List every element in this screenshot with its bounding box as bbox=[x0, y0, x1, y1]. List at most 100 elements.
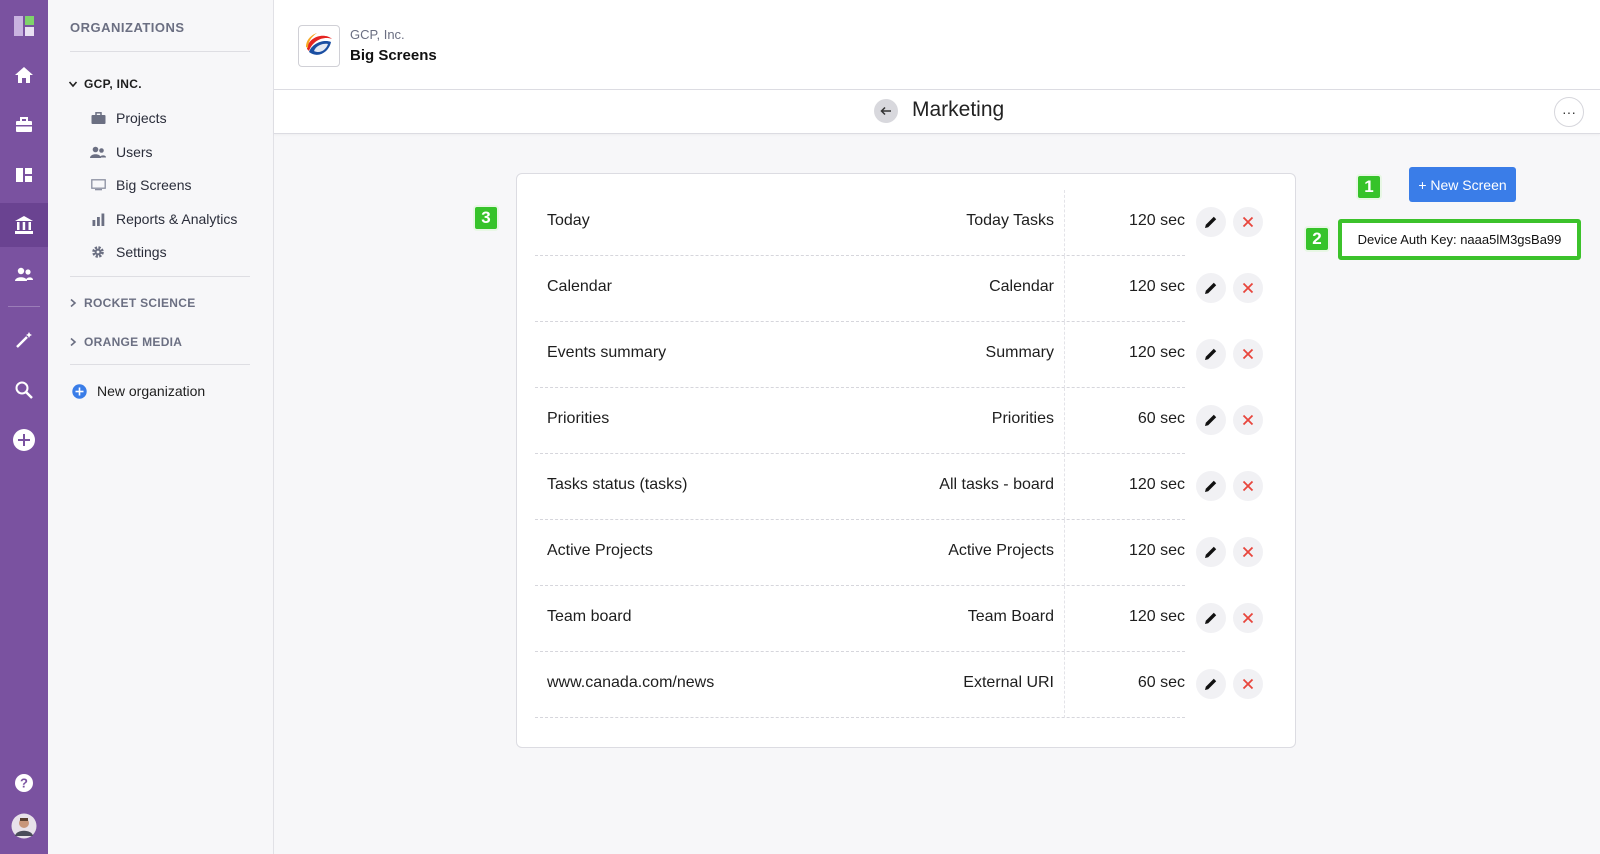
arrow-left-icon bbox=[880, 106, 891, 116]
screen-type: Team Board bbox=[967, 608, 1054, 625]
people-icon[interactable] bbox=[0, 253, 48, 297]
table-row[interactable]: Active Projects Active Projects 120 sec bbox=[535, 520, 1185, 586]
app-rail: ? bbox=[0, 0, 48, 854]
screen-duration: 120 sec bbox=[1128, 212, 1185, 229]
users-icon bbox=[90, 146, 106, 159]
table-row[interactable]: Tasks status (tasks) All tasks - board 1… bbox=[535, 454, 1185, 520]
screen-name: Today bbox=[547, 212, 590, 229]
screen-type: Priorities bbox=[991, 410, 1054, 427]
close-icon bbox=[1242, 216, 1254, 228]
sidebar-item-users[interactable]: Users bbox=[90, 144, 153, 160]
annotation-badge-2: 2 bbox=[1304, 226, 1330, 252]
plus-circle-icon bbox=[72, 383, 87, 399]
org-gcp-inc[interactable]: GCP, INC. bbox=[68, 77, 142, 91]
close-icon bbox=[1242, 480, 1254, 492]
edit-button[interactable] bbox=[1196, 339, 1226, 369]
briefcase-icon[interactable] bbox=[0, 103, 48, 147]
gear-icon bbox=[90, 245, 106, 259]
chevron-right-icon bbox=[70, 298, 77, 308]
screen-duration: 60 sec bbox=[1137, 410, 1185, 427]
edit-button[interactable] bbox=[1196, 537, 1226, 567]
pencil-icon bbox=[1205, 612, 1217, 624]
app-logo-icon[interactable] bbox=[0, 4, 48, 48]
svg-text:?: ? bbox=[20, 776, 28, 791]
edit-button[interactable] bbox=[1196, 207, 1226, 237]
table-row[interactable]: www.canada.com/news External URI 60 sec bbox=[535, 652, 1185, 718]
table-row[interactable]: Team board Team Board 120 sec bbox=[535, 586, 1185, 652]
new-organization-label: New organization bbox=[97, 383, 206, 399]
screen-duration: 60 sec bbox=[1137, 674, 1185, 691]
delete-button[interactable] bbox=[1233, 207, 1263, 237]
sidebar-item-label: Settings bbox=[116, 244, 167, 260]
edit-button[interactable] bbox=[1196, 471, 1226, 501]
sidebar-item-big-screens[interactable]: Big Screens bbox=[90, 177, 191, 193]
annotation-badge-3: 3 bbox=[473, 205, 499, 231]
home-icon[interactable] bbox=[0, 53, 48, 97]
delete-button[interactable] bbox=[1233, 471, 1263, 501]
sidebar-item-reports[interactable]: Reports & Analytics bbox=[90, 211, 237, 227]
avatar[interactable] bbox=[0, 804, 48, 848]
close-icon bbox=[1242, 678, 1254, 690]
new-organization-button[interactable]: New organization bbox=[72, 383, 205, 399]
more-options-button[interactable]: ··· bbox=[1554, 97, 1584, 127]
screen-duration: 120 sec bbox=[1128, 608, 1185, 625]
table-row[interactable]: Today Today Tasks 120 sec bbox=[535, 190, 1185, 256]
screen-name: Team board bbox=[547, 608, 632, 625]
table-row[interactable]: Events summary Summary 120 sec bbox=[535, 322, 1185, 388]
screen-name: Events summary bbox=[547, 344, 667, 361]
edit-button[interactable] bbox=[1196, 273, 1226, 303]
dashboard-icon[interactable] bbox=[0, 153, 48, 197]
back-button[interactable] bbox=[874, 99, 898, 123]
org-orange-media[interactable]: ORANGE MEDIA bbox=[68, 335, 182, 349]
delete-button[interactable] bbox=[1233, 273, 1263, 303]
close-icon bbox=[1242, 282, 1254, 294]
edit-button[interactable] bbox=[1196, 603, 1226, 633]
pencil-icon bbox=[1205, 480, 1217, 492]
section-title: Marketing bbox=[912, 98, 1005, 121]
add-icon[interactable] bbox=[0, 418, 48, 462]
org-label: GCP, INC. bbox=[84, 77, 142, 91]
chevron-right-icon bbox=[70, 337, 77, 347]
delete-button[interactable] bbox=[1233, 669, 1263, 699]
edit-button[interactable] bbox=[1196, 405, 1226, 435]
delete-button[interactable] bbox=[1233, 603, 1263, 633]
screen-name: Priorities bbox=[547, 410, 610, 427]
sidebar-item-label: Big Screens bbox=[116, 177, 192, 193]
section-header: Marketing ··· bbox=[274, 90, 1600, 134]
pencil-icon bbox=[1205, 546, 1217, 558]
briefcase-icon bbox=[90, 111, 106, 125]
screen-duration: 120 sec bbox=[1128, 476, 1185, 493]
sidebar-item-projects[interactable]: Projects bbox=[90, 110, 167, 126]
org-label: ORANGE MEDIA bbox=[84, 335, 183, 349]
screen-type: All tasks - board bbox=[939, 476, 1054, 493]
delete-button[interactable] bbox=[1233, 339, 1263, 369]
delete-button[interactable] bbox=[1233, 405, 1263, 435]
magic-wand-icon[interactable] bbox=[0, 318, 48, 362]
screen-name: Active Projects bbox=[547, 542, 653, 559]
screen-name: Tasks status (tasks) bbox=[547, 476, 688, 493]
new-screen-button[interactable]: + New Screen bbox=[1409, 167, 1516, 202]
sidebar-item-label: Reports & Analytics bbox=[116, 211, 238, 227]
sidebar-item-settings[interactable]: Settings bbox=[90, 244, 167, 260]
screen-type: Calendar bbox=[989, 278, 1054, 295]
pencil-icon bbox=[1205, 348, 1217, 360]
search-icon[interactable] bbox=[0, 368, 48, 412]
annotation-badge-1: 1 bbox=[1356, 174, 1382, 200]
org-name: GCP, Inc. bbox=[350, 27, 405, 42]
close-icon bbox=[1242, 546, 1254, 558]
organization-icon[interactable] bbox=[0, 203, 48, 247]
table-row[interactable]: Priorities Priorities 60 sec bbox=[535, 388, 1185, 454]
sidebar-item-label: Projects bbox=[116, 110, 167, 126]
table-row[interactable]: Calendar Calendar 120 sec bbox=[535, 256, 1185, 322]
help-icon[interactable]: ? bbox=[0, 761, 48, 805]
sidebar-heading: ORGANIZATIONS bbox=[70, 20, 185, 35]
org-rocket-science[interactable]: ROCKET SCIENCE bbox=[68, 296, 196, 310]
edit-button[interactable] bbox=[1196, 669, 1226, 699]
screen-name: Calendar bbox=[547, 278, 612, 295]
delete-button[interactable] bbox=[1233, 537, 1263, 567]
pencil-icon bbox=[1205, 216, 1217, 228]
pencil-icon bbox=[1205, 414, 1217, 426]
device-auth-key[interactable]: Device Auth Key: naaa5lM3gsBa99 bbox=[1338, 219, 1581, 260]
chevron-down-icon bbox=[68, 81, 78, 88]
screen-type: Active Projects bbox=[948, 542, 1054, 559]
